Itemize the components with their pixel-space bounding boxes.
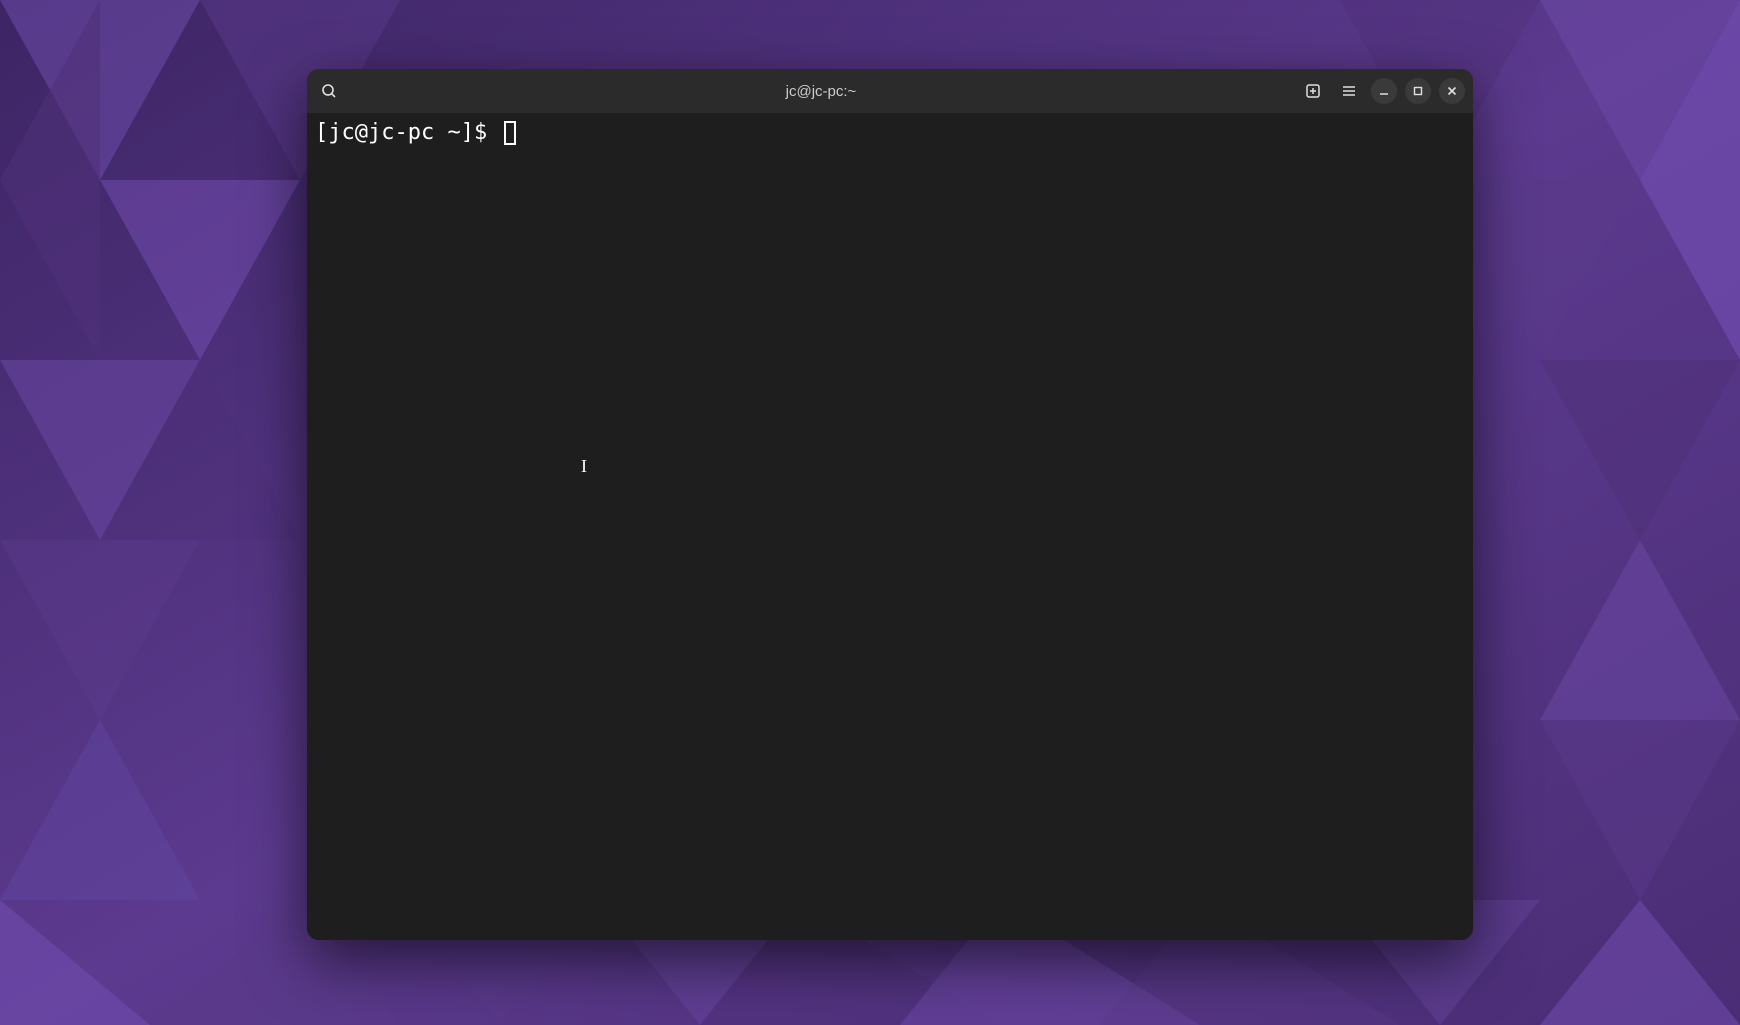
window-title: jc@jc-pc:~	[343, 83, 1299, 100]
shell-prompt: [jc@jc-pc ~]$	[315, 119, 500, 147]
text-cursor-indicator: I	[581, 455, 587, 478]
prompt-line: [jc@jc-pc ~]$	[315, 119, 1465, 147]
hamburger-icon	[1341, 83, 1357, 99]
close-icon	[1446, 85, 1458, 97]
terminal-body[interactable]: [jc@jc-pc ~]$ I	[307, 113, 1473, 940]
terminal-window: jc@jc-pc:~	[307, 69, 1473, 940]
new-tab-button[interactable]	[1299, 77, 1327, 105]
window-titlebar[interactable]: jc@jc-pc:~	[307, 69, 1473, 113]
menu-button[interactable]	[1335, 77, 1363, 105]
maximize-button[interactable]	[1405, 78, 1431, 104]
terminal-cursor	[504, 121, 516, 145]
close-button[interactable]	[1439, 78, 1465, 104]
minimize-icon	[1378, 85, 1390, 97]
new-tab-icon	[1305, 83, 1321, 99]
search-icon	[321, 83, 337, 99]
minimize-button[interactable]	[1371, 78, 1397, 104]
search-button[interactable]	[315, 77, 343, 105]
maximize-icon	[1412, 85, 1424, 97]
